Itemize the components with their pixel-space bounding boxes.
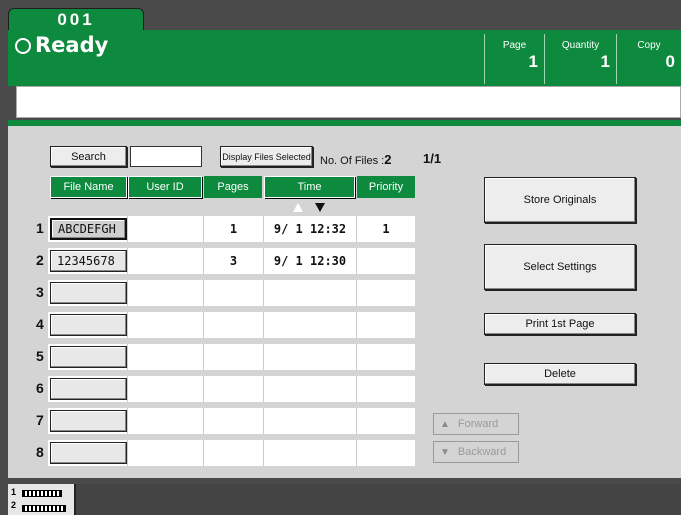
forward-label: Forward [457,418,499,430]
cell-priority [357,408,415,434]
store-originals-button[interactable]: Store Originals [484,177,636,223]
quantity-counter-label: Quantity [561,40,600,51]
cell-time: 9/ 1 12:32 [273,222,347,236]
select-settings-button[interactable]: Select Settings [484,244,636,290]
header-file-name[interactable]: File Name [50,176,127,198]
cell-priority: 1 [382,222,390,236]
display-files-selected-button[interactable]: Display Files Selected [220,146,313,167]
file-select-button[interactable] [50,314,127,336]
cell-pages [204,280,263,306]
sort-ascending-icon[interactable] [293,203,303,212]
cell-pages: 3 [229,254,238,268]
cell-time [264,408,356,434]
row-number: 3 [36,284,44,300]
row-number: 4 [36,316,44,332]
cell-pages [204,344,263,370]
cell-time [264,376,356,402]
row-number: 8 [36,444,44,460]
file-count-value: 2 [384,152,392,167]
tray-2-number: 2 [11,500,17,510]
cell-user-id [128,440,203,466]
file-select-button[interactable] [50,442,127,464]
row-number: 7 [36,412,44,428]
cell-pages [204,376,263,402]
search-button[interactable]: Search [50,146,127,167]
arrow-down-icon: ▼ [440,446,450,458]
cell-pages [204,408,263,434]
cell-priority [357,344,415,370]
cell-time [264,280,356,306]
cell-time [264,440,356,466]
row-number: 6 [36,380,44,396]
backward-label: Backward [457,446,507,458]
cell-time [264,312,356,338]
copy-counter: Copy 0 [616,34,681,84]
page-counter-label: Page [502,40,527,51]
file-select-button[interactable] [50,378,127,400]
file-count-label: No. Of Files : [320,155,385,167]
header-time[interactable]: Time [264,176,355,198]
file-select-button[interactable] [50,410,127,432]
file-select-button[interactable] [50,346,127,368]
forward-button[interactable]: ▲ Forward [433,413,519,435]
row-number: 5 [36,348,44,364]
cell-user-id [128,216,203,242]
arrow-up-icon: ▲ [440,418,450,430]
tray-1-number: 1 [11,487,17,497]
header-pages: Pages [204,176,262,198]
print-1st-page-button[interactable]: Print 1st Page [484,313,636,335]
cell-pages [204,440,263,466]
paper-tray-indicator: 1 2 [8,484,76,515]
delete-button[interactable]: Delete [484,363,636,385]
cell-time: 9/ 1 12:30 [273,254,347,268]
cell-pages: 1 [229,222,238,236]
cell-user-id [128,408,203,434]
row-number: 2 [36,252,44,268]
cell-user-id [128,248,203,274]
cell-priority [357,376,415,402]
file-count: No. Of Files :2 [320,152,391,167]
copy-counter-label: Copy [637,40,661,51]
file-select-button[interactable]: 12345678 [50,250,127,272]
copy-counter-value: 0 [665,52,675,71]
backward-button[interactable]: ▼ Backward [433,441,519,463]
cell-priority [357,248,415,274]
tray-2-level-icon [22,505,66,512]
header-priority: Priority [357,176,415,198]
message-field [16,86,681,118]
status-text: Ready [35,33,109,57]
bottom-bar [8,484,681,515]
cell-user-id [128,376,203,402]
row-number: 1 [36,220,44,236]
cell-user-id [128,344,203,370]
cell-user-id [128,312,203,338]
cell-pages [204,312,263,338]
page-indicator: 1/1 [423,151,442,166]
quantity-counter-value: 1 [600,52,610,71]
tray-1-level-icon [22,490,62,497]
cell-time [264,344,356,370]
page-counter-value: 1 [528,52,538,71]
file-select-button[interactable] [50,282,127,304]
page-counter: Page 1 [484,34,544,84]
file-select-button[interactable]: ABCDEFGH [50,218,127,240]
header-user-id[interactable]: User ID [128,176,202,198]
cell-user-id [128,280,203,306]
sort-descending-icon[interactable] [315,203,325,212]
search-input[interactable] [130,146,202,167]
ready-ring-icon [15,38,31,54]
quantity-counter: Quantity 1 [544,34,616,84]
job-tab-label: 001 [57,10,95,29]
cell-priority [357,312,415,338]
cell-priority [357,280,415,306]
cell-priority [357,440,415,466]
